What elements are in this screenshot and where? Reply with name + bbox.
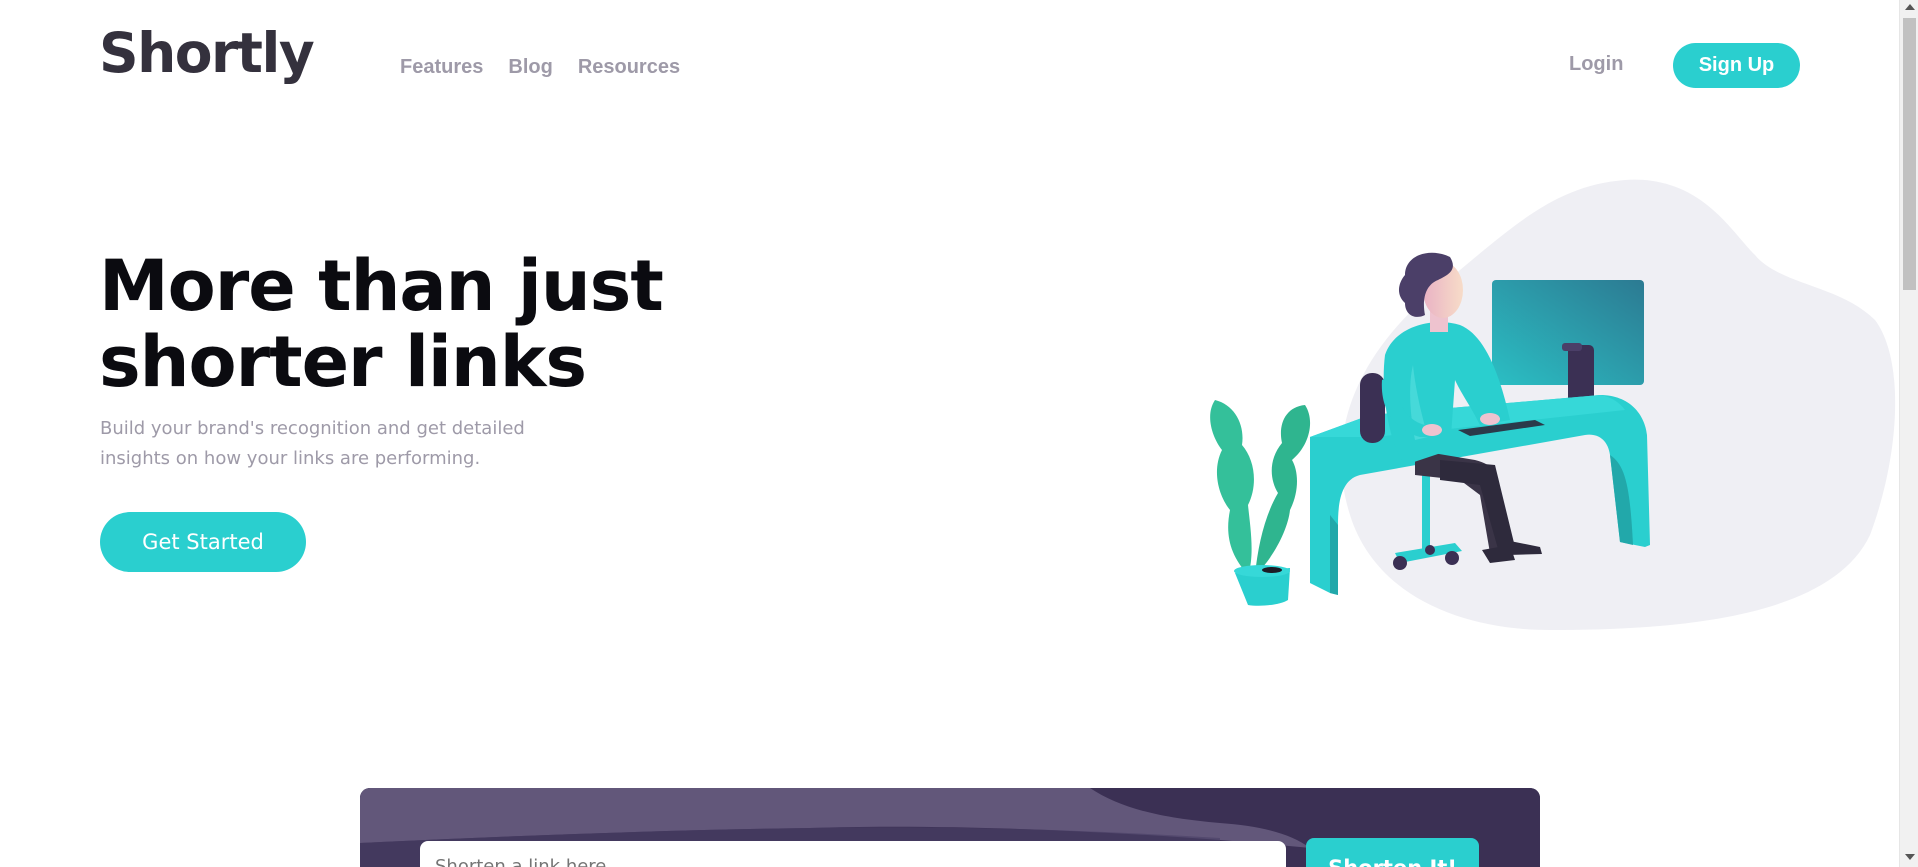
hero-subtitle-line-2: insights on how your links are performin…	[100, 448, 481, 469]
main-nav: Features Blog Resources	[400, 56, 680, 79]
scrollbar-thumb[interactable]	[1903, 18, 1916, 290]
hero-title: More than just shorter links	[99, 248, 799, 400]
get-started-button[interactable]: Get Started	[100, 512, 306, 572]
hero-subtitle: Build your brand's recognition and get d…	[100, 414, 570, 474]
shorten-it-button[interactable]: Shorten It!	[1306, 838, 1479, 867]
login-link[interactable]: Login	[1569, 53, 1623, 76]
logo[interactable]: Shortly	[99, 26, 315, 81]
working-person-illustration	[1210, 179, 1896, 630]
vertical-scrollbar[interactable]	[1899, 0, 1918, 867]
hero-subtitle-line-1: Build your brand's recognition and get d…	[100, 418, 525, 439]
plant-leaf-left	[1210, 400, 1254, 575]
scroll-up-arrow-icon[interactable]	[1905, 4, 1915, 10]
page: Shortly Features Blog Resources Login Si…	[0, 0, 1899, 867]
scroll-down-arrow-icon[interactable]	[1905, 854, 1915, 860]
hero-title-line-2: shorter links	[99, 321, 587, 403]
chair-back	[1360, 373, 1385, 443]
shorten-link-input[interactable]	[420, 841, 1286, 867]
plant-leaf-right	[1255, 405, 1311, 575]
hero-title-line-1: More than just	[99, 245, 664, 327]
nav-item-resources[interactable]: Resources	[578, 56, 680, 79]
nav-item-blog[interactable]: Blog	[508, 56, 552, 79]
shorten-section: Shorten It!	[360, 788, 1540, 867]
nav-item-features[interactable]: Features	[400, 56, 483, 79]
signup-button[interactable]: Sign Up	[1673, 43, 1800, 88]
